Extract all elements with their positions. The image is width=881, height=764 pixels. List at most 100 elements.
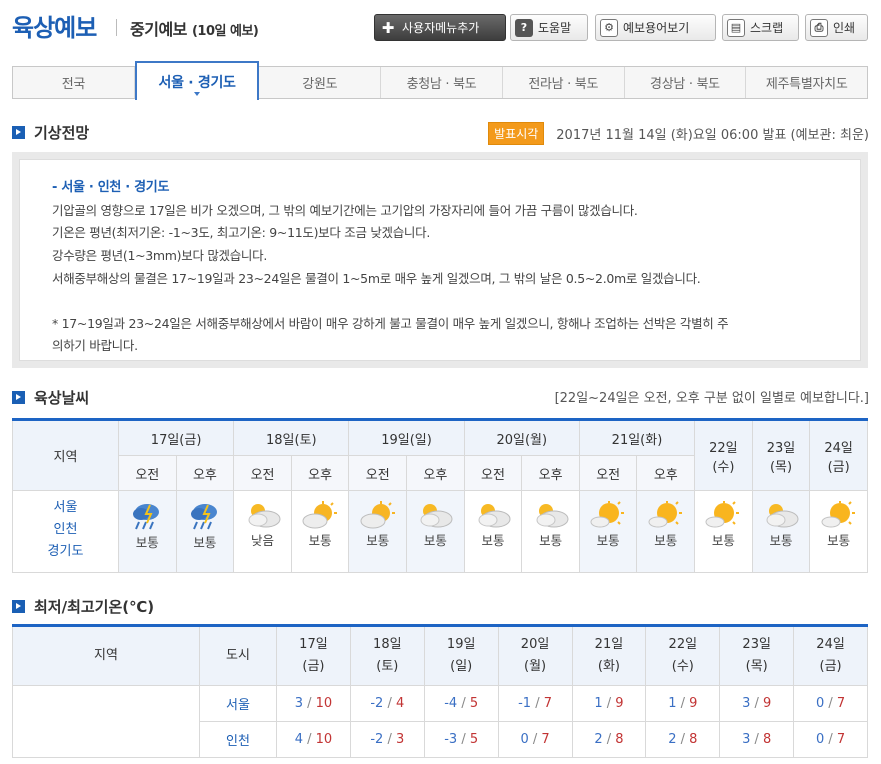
temp-cell: 4 / 10 xyxy=(276,721,351,758)
day-dow: (목) xyxy=(769,459,793,475)
tab-chungcheong[interactable]: 충청남 · 북도 xyxy=(381,67,503,98)
outlook-line: 서해중부해상의 물결은 17~19일과 23~24일은 물결이 1~5m로 매우… xyxy=(52,270,701,286)
section-bullet-icon xyxy=(12,126,25,139)
temp-cell: -2 / 3 xyxy=(349,721,425,758)
day-header: 21일(화) xyxy=(578,419,696,456)
scrap-label: 스크랩 xyxy=(750,21,784,35)
day-dow: (토) xyxy=(376,659,399,674)
subtitle-main: 중기예보 xyxy=(130,20,187,39)
scrap-button[interactable]: ▤ 스크랩 xyxy=(722,14,799,41)
outlook-line: 기압골의 영향으로 17일은 비가 오겠으며, 그 밖의 예보기간에는 고기압의… xyxy=(52,202,638,218)
pm-header: 오후 xyxy=(521,455,580,491)
day-num: 24일 xyxy=(816,637,845,652)
precip-level-label: 보통 xyxy=(654,533,678,548)
temp-cell: 3 / 9 xyxy=(719,685,795,722)
cloudy-icon xyxy=(234,501,291,529)
tab-jeolla[interactable]: 전라남 · 북도 xyxy=(503,67,625,98)
partly-cloudy-icon xyxy=(292,501,349,529)
day-dow: (화) xyxy=(597,659,620,674)
page-subtitle: 중기예보 (10일 예보) xyxy=(130,16,259,40)
temp-cell: 0 / 7 xyxy=(497,721,573,758)
day-num: 24일 xyxy=(824,440,853,456)
tab-gyeongsang[interactable]: 경상남 · 북도 xyxy=(625,67,747,98)
weather-cell: 보통 xyxy=(118,490,177,573)
day-num: 22일 xyxy=(668,637,698,652)
cloudy-icon xyxy=(465,501,522,529)
glossary-button[interactable]: ⚙ 예보용어보기 xyxy=(595,14,716,41)
day-header: 22일 (수) xyxy=(694,419,753,491)
tab-gangwon[interactable]: 강원도 xyxy=(259,67,382,98)
pm-header: 오후 xyxy=(290,455,350,491)
print-icon: ⎙ xyxy=(810,18,828,37)
am-header: 오전 xyxy=(463,455,523,491)
tab-seoul-gyeonggi-label: 서울 · 경기도 xyxy=(158,74,236,91)
city-cell[interactable]: 서울 xyxy=(199,685,277,722)
max-temp: 7 xyxy=(543,696,553,711)
weather-note: [22일~24일은 오전, 오후 구분 없이 일별로 예보합니다.] xyxy=(554,391,869,406)
region-cell xyxy=(12,685,200,758)
max-temp: 7 xyxy=(541,732,550,747)
am-header: 오전 xyxy=(233,455,292,491)
temp-cell: 3 / 8 xyxy=(719,721,795,758)
tab-nationwide[interactable]: 전국 xyxy=(13,67,135,98)
precip-level-label: 보통 xyxy=(827,533,851,548)
day-header: 19일 (일) xyxy=(423,625,499,686)
precip-level-label: 보통 xyxy=(539,533,563,548)
temp-separator: / xyxy=(750,696,764,711)
temp-separator: / xyxy=(531,696,544,711)
max-temp: 9 xyxy=(615,696,624,711)
temp-separator: / xyxy=(602,732,616,747)
print-button[interactable]: ⎙ 인쇄 xyxy=(805,14,868,41)
city-cell[interactable]: 인천 xyxy=(199,721,277,758)
day-num: 19일 xyxy=(446,637,476,652)
max-temp: 8 xyxy=(689,732,698,747)
outlook-note-line: 의하기 바랍니다. xyxy=(52,338,138,354)
day-num: 17일 xyxy=(299,637,328,652)
precip-level-label: 보통 xyxy=(366,533,390,548)
region-cell[interactable]: 서울 인천 경기도 xyxy=(12,490,119,573)
am-header: 오전 xyxy=(578,455,638,491)
outlook-box: - 서울 · 인천 · 경기도 기압골의 영향으로 17일은 비가 오겠으며, … xyxy=(12,152,868,368)
sunny-cloud-icon xyxy=(637,501,694,529)
region-name: 인천 xyxy=(53,522,78,537)
outlook-section-title: 기상전망 xyxy=(12,122,89,143)
weather-cell: 보통 xyxy=(463,490,523,573)
min-temp: 3 xyxy=(294,696,303,711)
temp-separator: / xyxy=(383,732,396,747)
region-tabs: 전국 서울 · 경기도 강원도 충청남 · 북도 전라남 · 북도 경상남 · … xyxy=(12,61,868,100)
day-dow: (수) xyxy=(671,659,694,674)
am-header: 오전 xyxy=(348,455,408,491)
temp-separator: / xyxy=(302,732,316,747)
section-bullet-icon xyxy=(12,391,25,404)
outlook-line: 기온은 평년(최저기온: -1~3도, 최고기온: 9~11도)보다 조금 낮겠… xyxy=(52,225,430,241)
precip-level-label: 보통 xyxy=(711,533,735,548)
precip-level-label: 보통 xyxy=(596,533,620,548)
day-header: 23일 (목) xyxy=(719,625,795,686)
min-temp: 0 xyxy=(815,696,825,711)
add-user-menu-button[interactable]: ✚ 사용자메뉴추가 xyxy=(374,14,506,41)
temp-cell: 0 / 7 xyxy=(793,685,868,722)
weather-cell: 보통 xyxy=(290,490,350,573)
day-num: 21일 xyxy=(594,637,624,652)
min-temp: 0 xyxy=(815,732,825,747)
tab-seoul-gyeonggi[interactable]: 서울 · 경기도 xyxy=(134,61,260,100)
weather-section-title: 육상날씨 xyxy=(12,387,89,408)
outlook-note-line: * 17~19일과 23~24일은 서해중부해상에서 바람이 매우 강하게 불고… xyxy=(52,315,729,331)
sunny-cloud-icon xyxy=(580,501,637,529)
day-dow: (월) xyxy=(524,659,547,674)
gear-icon: ⚙ xyxy=(600,18,618,37)
precip-level-label: 보통 xyxy=(135,535,159,550)
tab-jeju[interactable]: 제주특별자치도 xyxy=(746,67,867,98)
cloudy-icon xyxy=(753,501,810,529)
glossary-label: 예보용어보기 xyxy=(623,21,690,35)
region-name: 서울 xyxy=(53,500,78,515)
page-title: 육상예보 xyxy=(12,14,97,42)
max-temp: 3 xyxy=(395,732,405,747)
help-button[interactable]: ? 도움말 xyxy=(510,14,588,41)
weather-header-row: 지역 17일(금) 18일(토) 19일(일) 20일(월) 21일(화) 22… xyxy=(12,419,868,491)
temp-cell: -3 / 5 xyxy=(423,721,499,758)
weather-table: 지역 17일(금) 18일(토) 19일(일) 20일(월) 21일(화) 22… xyxy=(12,418,868,573)
city-header: 도시 xyxy=(199,625,277,686)
day-dow: (일) xyxy=(450,659,473,674)
temperature-header-row: 지역 도시 17일 (금) 18일 (토) 19일 (일) 20일 (월) 21일 (화) 22일 (… xyxy=(12,625,868,686)
